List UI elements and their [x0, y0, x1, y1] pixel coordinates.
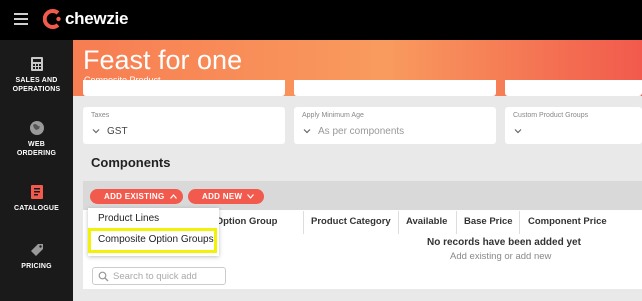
sidebar-item-label: CATALOGUE: [13, 205, 60, 212]
chevron-down-icon: [303, 129, 311, 134]
field-placeholder: As per components: [318, 126, 405, 137]
field-label: Custom Product Groups: [513, 112, 589, 119]
top-bar: chewzie: [0, 0, 642, 40]
column-header-base-price[interactable]: Base Price: [464, 216, 513, 227]
chevron-down-icon: [247, 194, 255, 199]
brand-name: chewzie: [65, 9, 129, 28]
globe-icon: [29, 121, 44, 135]
sidebar-item-label: ORDERING: [16, 150, 57, 157]
column-divider: [456, 211, 457, 234]
column-header-component-price[interactable]: Component Price: [528, 216, 607, 227]
sidebar-item-pricing[interactable]: PRICING: [0, 242, 73, 271]
quick-add-search[interactable]: [92, 267, 226, 285]
hamburger-menu-icon[interactable]: [14, 13, 28, 25]
sidebar-item-sales-and-operations[interactable]: SALES AND OPERATIONS: [0, 56, 73, 94]
register-icon: [30, 57, 43, 71]
page-title: Feast for one: [83, 45, 243, 75]
field-card-partial[interactable]: [505, 80, 642, 96]
menu-item-product-lines[interactable]: Product Lines: [98, 213, 159, 224]
tag-icon: [30, 244, 43, 256]
sidebar-item-label: PRICING: [21, 263, 52, 270]
empty-state-title: No records have been added yet: [427, 237, 581, 248]
sidebar-item-web-ordering[interactable]: WEB ORDERING: [0, 120, 73, 158]
taxes-field[interactable]: Taxes GST: [83, 107, 285, 144]
brand-logo[interactable]: chewzie: [43, 8, 128, 30]
add-existing-button[interactable]: ADD EXISTING: [90, 189, 183, 204]
column-header-available[interactable]: Available: [406, 216, 447, 227]
column-header-product-category[interactable]: Product Category: [311, 216, 391, 227]
sidebar-item-label: OPERATIONS: [12, 86, 61, 93]
column-divider: [398, 211, 399, 234]
field-label: Apply Minimum Age: [302, 112, 364, 119]
quick-add-input[interactable]: [113, 270, 223, 283]
field-label: Taxes: [91, 112, 110, 119]
highlight-box: [88, 228, 217, 253]
add-existing-label: ADD EXISTING: [104, 192, 165, 201]
chevron-down-icon: [514, 129, 522, 134]
add-new-button[interactable]: ADD NEW: [188, 189, 264, 204]
column-divider: [519, 211, 520, 234]
field-card-partial[interactable]: [294, 80, 496, 96]
custom-product-groups-field[interactable]: Custom Product Groups: [505, 107, 642, 144]
column-divider: [303, 211, 304, 234]
empty-state-subtitle: Add existing or add new: [450, 251, 552, 262]
chewzie-logo-icon: [43, 9, 61, 29]
chevron-down-icon: [92, 129, 100, 134]
sidebar-item-label: WEB: [28, 141, 45, 148]
sidebar-item-label: SALES AND: [15, 77, 58, 84]
field-value: GST: [107, 126, 128, 137]
sidebar-item-catalogue[interactable]: CATALOGUE: [0, 184, 73, 213]
add-new-label: ADD NEW: [202, 192, 243, 201]
catalogue-icon: [30, 185, 43, 199]
chevron-up-icon: [169, 194, 177, 199]
components-toolbar: ADD EXISTING ADD NEW: [83, 181, 642, 210]
sidebar: SALES AND OPERATIONS WEB ORDERING CATALO…: [0, 40, 73, 301]
apply-minimum-age-field[interactable]: Apply Minimum Age As per components: [294, 107, 496, 144]
search-icon: [98, 271, 109, 282]
field-card-partial[interactable]: [83, 80, 285, 96]
components-heading: Components: [91, 155, 171, 170]
